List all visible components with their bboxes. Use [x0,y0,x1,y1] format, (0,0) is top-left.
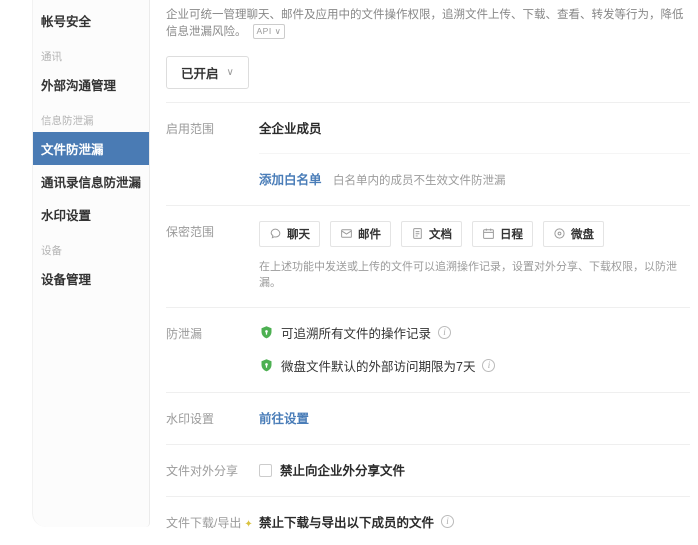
row-download-export: 文件下载/导出✦ 禁止下载与导出以下成员的文件 i 添加 [166,497,690,545]
sidebar-item-external-communication[interactable]: 外部沟通管理 [33,68,149,101]
download-rule-text: 禁止下载与导出以下成员的文件 [259,512,434,531]
chip-docs[interactable]: 文档 [401,221,462,247]
new-feature-sparkle-icon: ✦ [244,519,252,530]
sidebar-item-device-management[interactable]: 设备管理 [33,262,149,295]
chat-icon [269,227,282,240]
leak-item: 微盘文件默认的外部访问期限为7天 [281,356,475,375]
divider [259,153,690,154]
calendar-icon [482,227,495,240]
info-icon[interactable]: i [438,326,451,339]
file-leak-prevention-panel: 企业可统一管理聊天、邮件及应用中的文件操作权限，追溯文件上传、下载、查看、转发等… [166,0,690,545]
feature-description: 企业可统一管理聊天、邮件及应用中的文件操作权限，追溯文件上传、下载、查看、转发等… [166,0,690,42]
chip-wedrive[interactable]: 微盘 [543,221,604,247]
row-watermark: 水印设置 前往设置 [166,393,690,445]
chip-mail[interactable]: 邮件 [330,221,391,247]
sidebar-section-device: 设备 [33,231,149,262]
prohibit-external-share-checkbox[interactable] [259,464,272,477]
row-label: 文件对外分享 [166,460,259,479]
shield-icon [259,325,274,340]
row-label: 文件下载/导出✦ [166,512,259,545]
row-apply-scope: 启用范围 全企业成员 添加白名单 白名单内的成员不生效文件防泄漏 [166,103,690,206]
row-label: 水印设置 [166,408,259,427]
api-badge[interactable]: API ∨ [253,24,286,39]
add-whitelist-link[interactable]: 添加白名单 [259,173,322,187]
row-label: 防泄漏 [166,323,259,375]
row-leak-prevention: 防泄漏 可追溯所有文件的操作记录 i 微盘文件默认的外部访问期限为7天 i [166,308,690,393]
settings-sidebar: 帐号安全 通讯 外部沟通管理 信息防泄漏 文件防泄漏 通讯录信息防泄漏 水印设置… [32,0,150,527]
row-secrecy-scope: 保密范围 聊天 邮件 文档 [166,206,690,308]
shield-icon [259,358,274,373]
chip-chat[interactable]: 聊天 [259,221,320,247]
drive-disk-icon [553,227,566,240]
scope-value: 全企业成员 [259,118,690,137]
row-label: 启用范围 [166,118,259,188]
document-icon [411,227,424,240]
goto-watermark-settings-link[interactable]: 前往设置 [259,412,309,426]
sidebar-section-communication: 通讯 [33,37,149,68]
sidebar-section-info-leak-prevention: 信息防泄漏 [33,101,149,132]
mail-icon [340,227,353,240]
chevron-down-icon: ∨ [227,67,234,78]
row-external-share: 文件对外分享 禁止向企业外分享文件 [166,445,690,497]
chevron-down-icon: ∨ [275,26,282,36]
chip-calendar[interactable]: 日程 [472,221,533,247]
info-icon[interactable]: i [441,515,454,528]
whitelist-hint: 白名单内的成员不生效文件防泄漏 [333,175,506,187]
checkbox-label: 禁止向企业外分享文件 [280,464,405,478]
secrecy-hint: 在上述功能中发送或上传的文件可以追溯操作记录，设置对外分享、下载权限，以防泄漏。 [259,258,690,290]
leak-item: 可追溯所有文件的操作记录 [281,323,431,342]
sidebar-item-watermark-settings[interactable]: 水印设置 [33,198,149,231]
admin-settings-page: 帐号安全 通讯 外部沟通管理 信息防泄漏 文件防泄漏 通讯录信息防泄漏 水印设置… [0,0,698,545]
sidebar-item-contacts-leak-prevention[interactable]: 通讯录信息防泄漏 [33,165,149,198]
row-label: 保密范围 [166,221,259,290]
status-dropdown-button[interactable]: 已开启 ∨ [166,56,249,89]
sidebar-item-file-leak-prevention[interactable]: 文件防泄漏 [33,132,149,165]
info-icon[interactable]: i [482,359,495,372]
sidebar-item-account-security[interactable]: 帐号安全 [33,4,149,37]
